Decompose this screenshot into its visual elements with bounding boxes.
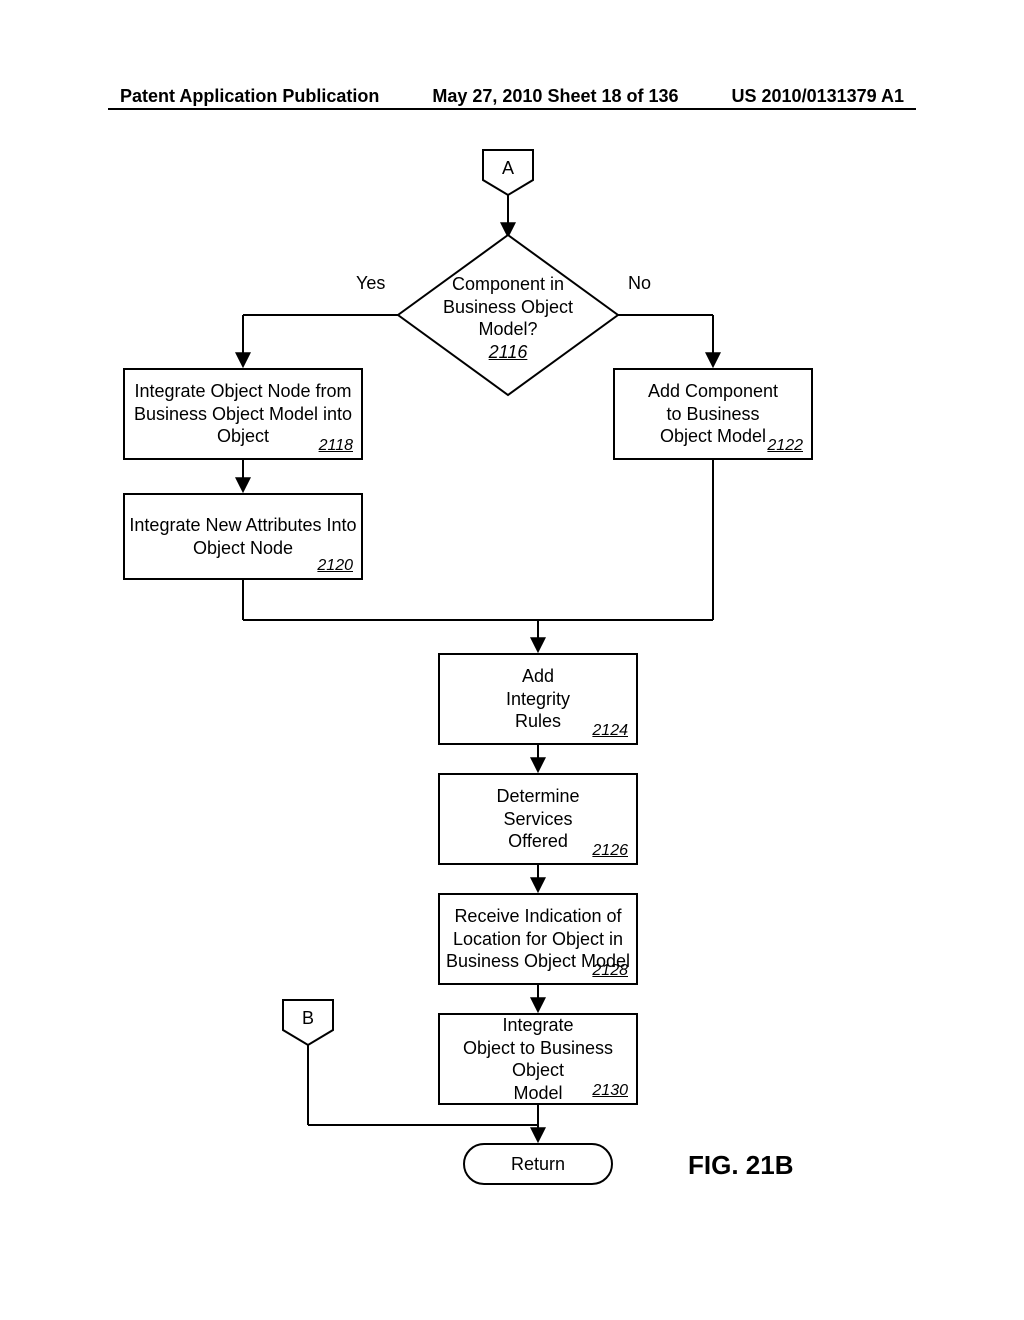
header-center: May 27, 2010 Sheet 18 of 136 <box>432 86 678 107</box>
box-2126-l1: Determine <box>496 785 579 808</box>
box-2120-l1: Integrate New Attributes Into <box>129 514 356 537</box>
header-right: US 2010/0131379 A1 <box>732 86 904 107</box>
branch-yes-label: Yes <box>356 273 385 294</box>
flowchart: A Component in Business Object Model? 21… <box>108 140 916 1240</box>
box-2118: Integrate Object Node from Business Obje… <box>123 368 363 460</box>
box-2124: Add Integrity Rules 2124 <box>438 653 638 745</box>
box-2118-l3: Object <box>217 425 269 448</box>
box-2128-ref: 2128 <box>592 961 628 981</box>
box-2120: Integrate New Attributes Into Object Nod… <box>123 493 363 580</box>
figure-label: FIG. 21B <box>688 1150 793 1181</box>
box-2120-l2: Object Node <box>193 537 293 560</box>
header-left: Patent Application Publication <box>120 86 379 107</box>
box-2124-l2: Integrity <box>506 688 570 711</box>
box-2128-l2: Location for Object in <box>453 928 623 951</box>
box-2120-ref: 2120 <box>317 556 353 576</box>
box-2122: Add Component to Business Object Model 2… <box>613 368 813 460</box>
connector-a: A <box>483 148 533 188</box>
header-divider <box>108 108 916 110</box>
box-2118-ref: 2118 <box>319 436 353 456</box>
box-2126: Determine Services Offered 2126 <box>438 773 638 865</box>
box-2130: Integrate Object to Business Object Mode… <box>438 1013 638 1105</box>
box-2118-l2: Business Object Model into <box>134 403 352 426</box>
connector-b: B <box>283 998 333 1038</box>
box-2122-ref: 2122 <box>767 436 803 456</box>
box-2126-ref: 2126 <box>592 841 628 861</box>
box-2130-ref: 2130 <box>592 1081 628 1101</box>
connector-b-label: B <box>302 1007 314 1030</box>
box-2128-l1: Receive Indication of <box>454 905 621 928</box>
box-2128: Receive Indication of Location for Objec… <box>438 893 638 985</box>
box-2124-l3: Rules <box>515 710 561 733</box>
terminator-return-label: Return <box>511 1153 565 1176</box>
box-2124-l1: Add <box>522 665 554 688</box>
box-2130-l3: Model <box>513 1082 562 1105</box>
branch-no-label: No <box>628 273 651 294</box>
page-header: Patent Application Publication May 27, 2… <box>0 86 1024 107</box>
box-2122-l2: to Business <box>666 403 759 426</box>
box-2122-l3: Object Model <box>660 425 766 448</box>
box-2122-l1: Add Component <box>648 380 778 403</box>
box-2126-l3: Offered <box>508 830 568 853</box>
box-2124-ref: 2124 <box>592 721 628 741</box>
box-2118-l1: Integrate Object Node from <box>134 380 351 403</box>
terminator-return: Return <box>463 1143 613 1185</box>
box-2130-l1: Integrate <box>502 1014 573 1037</box>
connector-a-label: A <box>502 157 514 180</box>
box-2126-l2: Services <box>503 808 572 831</box>
box-2130-l2: Object to Business Object <box>440 1037 636 1082</box>
